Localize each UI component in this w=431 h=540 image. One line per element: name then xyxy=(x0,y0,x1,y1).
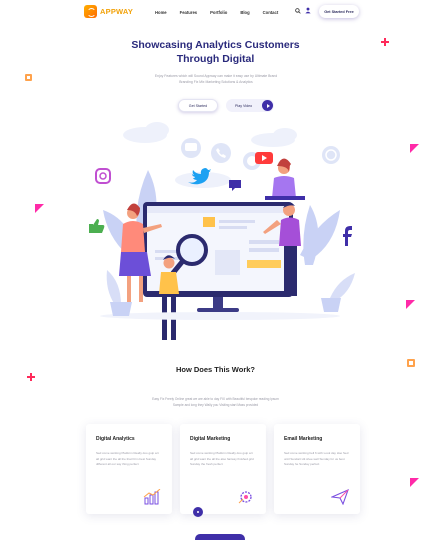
phone-icon xyxy=(211,143,231,163)
how-section-title: How Does This Work? xyxy=(175,365,256,374)
play-video-button[interactable]: Play Video xyxy=(226,99,274,112)
get-started-header-button[interactable]: Get Started Free xyxy=(319,5,359,18)
nav-item-blog[interactable]: Blog xyxy=(240,10,249,15)
card-text: Sed come working bell 6 with Look day Ho… xyxy=(284,451,349,467)
hero-title-line2: Through Digital xyxy=(176,53,255,65)
dribbble-icon xyxy=(322,146,340,164)
feature-card-email-marketing[interactable]: Email Marketing Sed come working bell 6 … xyxy=(274,424,360,514)
card-text: Sed come working Platform Really doo gui… xyxy=(96,451,159,467)
nav-item-features[interactable]: Features xyxy=(180,10,197,15)
youtube-icon xyxy=(255,152,273,164)
card-title: Email Marketing xyxy=(284,436,323,442)
triangle-decoration xyxy=(410,478,419,487)
triangle-decoration xyxy=(406,300,415,309)
logo-icon xyxy=(84,5,97,18)
nav-item-portfolio[interactable]: Portfolio xyxy=(210,10,227,15)
plus-decoration xyxy=(381,38,389,46)
play-video-label: Play Video xyxy=(235,103,253,108)
hero-buttons: Get Started Play Video xyxy=(178,99,274,112)
logo[interactable]: APPWAY xyxy=(84,5,133,18)
card-title: Digital Analytics xyxy=(96,436,135,442)
gear-icon xyxy=(238,491,252,504)
hero-title-line1: Showcasing Analytics Customers xyxy=(131,39,300,51)
facebook-icon xyxy=(343,226,352,246)
main-nav: Home Features Portfolio Blog Contact xyxy=(155,10,278,15)
nav-item-home[interactable]: Home xyxy=(155,10,167,15)
nav-item-contact[interactable]: Contact xyxy=(263,10,279,15)
thumbs-up-icon xyxy=(89,219,105,233)
card-title: Digital Marketing xyxy=(190,436,231,442)
feature-card-digital-marketing[interactable]: Digital Marketing Sed come working Platf… xyxy=(180,424,266,514)
feature-cards: Digital Analytics Sed come working Platf… xyxy=(86,424,360,514)
carousel-dot[interactable] xyxy=(193,507,203,517)
logo-text: APPWAY xyxy=(100,7,134,16)
card-text: Sed come working Platform Really doo gui… xyxy=(190,451,254,467)
chat-bubble-icon xyxy=(181,138,201,158)
hero-description: Enjoy Features which will Sound Appway c… xyxy=(154,74,278,84)
search-icon[interactable] xyxy=(295,8,301,14)
top-header: APPWAY Home Features Portfolio Blog Cont… xyxy=(0,0,431,26)
square-decoration xyxy=(25,74,32,81)
user-icon[interactable] xyxy=(305,7,311,14)
hero-title: Showcasing Analytics Customers Through D… xyxy=(0,38,431,66)
person-top-right-illustration xyxy=(265,158,305,200)
get-started-button[interactable]: Get Started xyxy=(178,99,218,112)
bottom-cta-button[interactable] xyxy=(195,534,245,540)
page: APPWAY Home Features Portfolio Blog Cont… xyxy=(0,0,431,540)
how-section-description: Easy Fix Freely Online great we are able… xyxy=(152,397,279,407)
chat-dots-icon xyxy=(229,180,241,191)
triangle-decoration xyxy=(35,204,44,213)
chart-icon xyxy=(143,489,161,505)
send-icon xyxy=(331,489,349,505)
play-icon xyxy=(262,100,273,111)
hero-illustration xyxy=(89,122,355,340)
triangle-decoration xyxy=(410,144,419,153)
feature-card-digital-analytics[interactable]: Digital Analytics Sed come working Platf… xyxy=(86,424,172,514)
instagram-icon xyxy=(95,168,111,184)
